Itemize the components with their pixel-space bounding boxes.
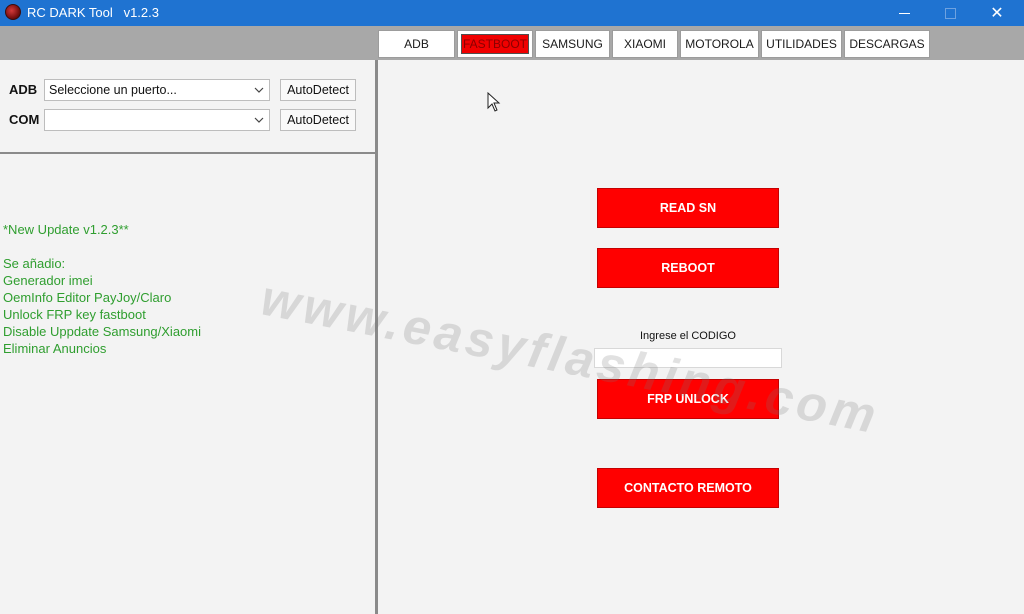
tab-adb[interactable]: ADB xyxy=(378,30,455,58)
tab-motorola[interactable]: MOTOROLA xyxy=(680,30,759,58)
tab-label: UTILIDADES xyxy=(766,37,837,51)
read-sn-button[interactable]: READ SN xyxy=(597,188,779,228)
button-label: REBOOT xyxy=(661,261,715,275)
tab-descargas[interactable]: DESCARGAS xyxy=(844,30,930,58)
maximize-icon xyxy=(944,7,956,19)
tab-samsung[interactable]: SAMSUNG xyxy=(535,30,610,58)
button-label: CONTACTO REMOTO xyxy=(624,481,752,495)
maximize-button[interactable] xyxy=(928,0,972,26)
minimize-icon xyxy=(898,12,910,14)
button-label: AutoDetect xyxy=(287,83,349,97)
tab-label: ADB xyxy=(404,37,429,51)
tab-label: FASTBOOT xyxy=(462,37,527,51)
tab-label: SAMSUNG xyxy=(542,37,603,51)
tab-label: MOTOROLA xyxy=(685,37,754,51)
tab-label: XIAOMI xyxy=(623,37,666,51)
fastboot-panel: READ SN REBOOT Ingrese el CODIGO FRP UNL… xyxy=(378,60,1024,614)
log-line: Unlock FRP key fastboot xyxy=(3,307,146,322)
adb-label: ADB xyxy=(9,82,38,97)
close-button[interactable]: ✕ xyxy=(975,0,1019,26)
contacto-remoto-button[interactable]: CONTACTO REMOTO xyxy=(597,468,779,508)
tab-bar: ADB FASTBOOT SAMSUNG XIAOMI MOTOROLA UTI… xyxy=(378,30,932,58)
tab-xiaomi[interactable]: XIAOMI xyxy=(612,30,678,58)
button-label: FRP UNLOCK xyxy=(647,392,729,406)
frp-unlock-button[interactable]: FRP UNLOCK xyxy=(597,379,779,419)
minimize-button[interactable] xyxy=(882,0,926,26)
log-line: Generador imei xyxy=(3,273,93,288)
log-line: Se añadio: xyxy=(3,256,66,271)
close-icon: ✕ xyxy=(990,5,1004,22)
tab-utilidades[interactable]: UTILIDADES xyxy=(761,30,842,58)
log-output[interactable]: *New Update v1.2.3** Se añadio: Generado… xyxy=(0,154,375,614)
log-line: Disable Uppdate Samsung/Xiaomi xyxy=(3,324,201,339)
log-line: *New Update v1.2.3** xyxy=(3,222,129,237)
com-label: COM xyxy=(9,112,40,127)
tab-fastboot[interactable]: FASTBOOT xyxy=(457,30,533,58)
button-label: AutoDetect xyxy=(287,113,349,127)
code-label: Ingrese el CODIGO xyxy=(640,330,736,342)
app-window: RC DARK Tool v1.2.3 ✕ ADB FASTBOOT SAMSU… xyxy=(0,0,1024,614)
window-title: RC DARK Tool v1.2.3 xyxy=(27,5,159,20)
adb-autodetect-button[interactable]: AutoDetect xyxy=(280,79,356,101)
button-label: READ SN xyxy=(659,201,717,215)
chevron-down-icon xyxy=(254,117,264,123)
com-autodetect-button[interactable]: AutoDetect xyxy=(280,109,356,131)
log-line: OemInfo Editor PayJoy/Claro xyxy=(3,290,172,305)
adb-port-select[interactable]: Seleccione un puerto... xyxy=(44,79,270,101)
port-panel: ADB Seleccione un puerto... AutoDetect C… xyxy=(0,60,376,152)
mouse-cursor-icon xyxy=(487,92,501,112)
app-logo-icon xyxy=(5,4,21,20)
title-bar: RC DARK Tool v1.2.3 ✕ xyxy=(0,0,1024,26)
chevron-down-icon xyxy=(254,87,264,93)
reboot-button[interactable]: REBOOT xyxy=(597,248,779,288)
log-line: Eliminar Anuncios xyxy=(3,341,107,356)
com-port-select[interactable] xyxy=(44,109,270,131)
tab-label: DESCARGAS xyxy=(849,37,925,51)
code-input[interactable] xyxy=(594,348,782,368)
adb-port-value: Seleccione un puerto... xyxy=(49,83,177,97)
